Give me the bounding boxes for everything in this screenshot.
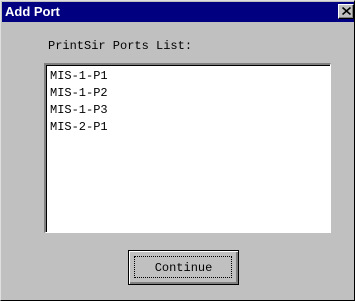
window-title: Add Port bbox=[5, 4, 60, 19]
port-list-item[interactable]: MIS-1-P3 bbox=[49, 102, 330, 119]
port-list-item[interactable]: MIS-1-P2 bbox=[49, 85, 330, 102]
continue-button-label: Continue bbox=[154, 261, 213, 275]
ports-listbox[interactable]: MIS-1-P1 MIS-1-P2 MIS-1-P3 MIS-2-P1 bbox=[44, 63, 331, 233]
add-port-dialog: Add Port PrintSir Ports List: MIS-1-P1 M… bbox=[0, 0, 355, 301]
title-bar: Add Port bbox=[2, 2, 354, 22]
close-icon bbox=[342, 7, 351, 15]
close-button[interactable] bbox=[338, 4, 354, 19]
ports-list-label: PrintSir Ports List: bbox=[48, 39, 193, 53]
port-list-item[interactable]: MIS-1-P1 bbox=[49, 68, 330, 85]
continue-button[interactable]: Continue bbox=[128, 250, 239, 285]
port-list-item[interactable]: MIS-2-P1 bbox=[49, 119, 330, 136]
